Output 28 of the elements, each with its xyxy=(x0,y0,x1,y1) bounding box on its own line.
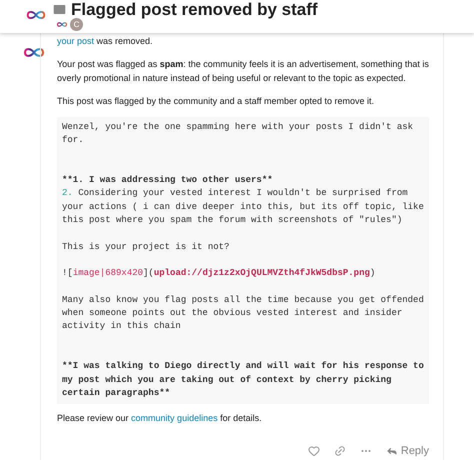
code-line: this post where you spam the forum with screenshots of "rules") xyxy=(62,214,404,228)
code-line: activity in this chain xyxy=(62,320,182,334)
code-line: **I was talking to Diego directly and will wait for his response to xyxy=(62,360,424,374)
avatar-logo-icon xyxy=(22,46,46,59)
code-line: **1. I was addressing two other users** xyxy=(62,174,274,188)
code-line: This is your project is it not? xyxy=(62,240,230,254)
code-line: Many also know you flag posts all the time because you get offended xyxy=(62,294,424,307)
code-line: certain paragraphs** xyxy=(62,386,172,400)
post-paragraph: Your post was flagged as spam: the community feels it is an advertisement, something that is overly promotional in nature instead of being useful or relevant to the topic as expected. xyxy=(57,58,429,85)
code-line: for. xyxy=(62,134,85,148)
code-line: your actions ( i can dive deeper into this, but its off topic, like xyxy=(62,200,424,214)
topic-title: Flagged post removed by staff xyxy=(71,0,318,18)
post-paragraph: This post was flagged by the community and a staff member opted to remove it. xyxy=(57,95,375,108)
logo-icon xyxy=(25,9,47,21)
link[interactable]: your post xyxy=(57,36,94,46)
code-line: Wenzel, you're the one spamming here with your posts I didn't ask xyxy=(62,121,414,134)
reply-button[interactable]: Reply xyxy=(386,443,429,460)
closing-paragraph: Please review our community guidelines for details. xyxy=(57,412,263,426)
participant-logo-icon xyxy=(56,21,68,28)
link[interactable]: community guidelines xyxy=(131,413,218,424)
code-line: my post which you are taking out of context by cherry picking xyxy=(62,374,392,387)
code-line: 2. Considering your vested interest I wouldn't be surprised from xyxy=(62,187,409,200)
participant-avatar[interactable]: C xyxy=(70,18,83,31)
reply-icon xyxy=(386,445,398,458)
like-icon[interactable] xyxy=(308,445,320,458)
post-paragraph: your post was removed. xyxy=(57,35,154,48)
code-line: when someone points out the obvious vested interest and insider xyxy=(62,307,404,320)
code-line: ![image|689x420](upload://djz1z2xOjQULMVZth4fJkW5dbsP.png) xyxy=(62,267,376,280)
